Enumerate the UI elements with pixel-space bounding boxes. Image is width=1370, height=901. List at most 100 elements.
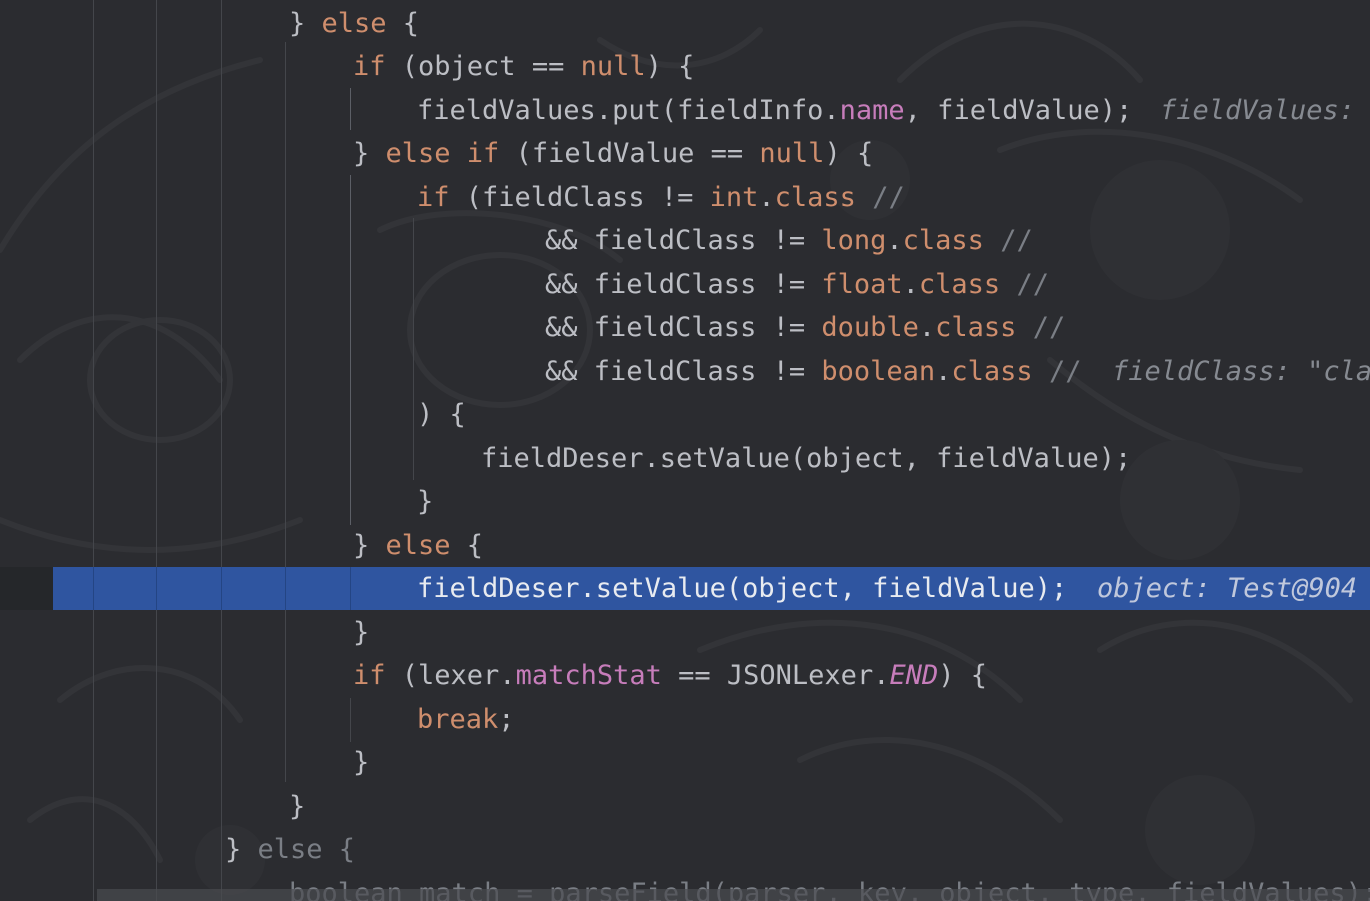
code-token-dim: else { <box>257 834 356 865</box>
code-token-cmt: // <box>872 182 905 213</box>
code-text: } else { <box>353 526 483 566</box>
code-token-plain: fieldValues.put(fieldInfo. <box>417 95 840 126</box>
code-token-plain: } <box>353 138 386 169</box>
code-token-plain: == JSONLexer. <box>661 660 890 691</box>
code-token-plain: ) { <box>824 138 874 169</box>
code-token-kw: int <box>709 182 759 213</box>
code-token-plain: . <box>886 225 903 256</box>
code-token-kw: if <box>353 660 386 691</box>
code-line[interactable]: break; <box>0 700 1370 740</box>
code-line[interactable]: && fieldClass != float.class // <box>0 265 1370 305</box>
code-token-plain: } <box>353 747 370 778</box>
code-text: } <box>289 787 305 827</box>
code-token-kw: double <box>821 312 919 343</box>
code-token-kw: long <box>821 225 887 256</box>
code-token-cmt: // <box>1048 356 1082 387</box>
code-text: ) { <box>417 395 466 435</box>
code-token-plain: (lexer. <box>385 660 516 691</box>
code-text: if (object == null) { <box>353 47 694 87</box>
code-token-plain: && fieldClass != <box>545 225 822 256</box>
code-token-kw: else if <box>385 138 500 169</box>
code-token-plain: } <box>289 8 322 39</box>
code-text: && fieldClass != long.class // <box>545 221 1033 261</box>
code-text: if (fieldClass != int.class // <box>417 178 905 218</box>
code-line[interactable]: } else if (fieldValue == null) { <box>0 134 1370 174</box>
code-line[interactable]: } <box>0 787 1370 827</box>
code-line[interactable]: if (object == null) { <box>0 47 1370 87</box>
code-line[interactable]: ) { <box>0 395 1370 435</box>
code-token-kw: class <box>951 356 1033 387</box>
code-editor[interactable]: } else {if (object == null) {fieldValues… <box>0 0 1370 901</box>
horizontal-scrollbar[interactable] <box>97 889 1370 901</box>
code-line[interactable]: if (fieldClass != int.class // <box>0 178 1370 218</box>
code-token-plain: . <box>902 269 919 300</box>
code-text: && fieldClass != double.class // <box>545 308 1065 348</box>
code-text: && fieldClass != float.class // <box>545 265 1049 305</box>
code-token-kw: else <box>321 8 387 39</box>
code-token-cmt: // <box>1032 312 1066 343</box>
code-token-kw: boolean <box>821 356 936 387</box>
code-line[interactable]: && fieldClass != double.class // <box>0 308 1370 348</box>
code-text: } else if (fieldValue == null) { <box>353 134 873 174</box>
code-text: && fieldClass != boolean.class // <box>545 352 1081 392</box>
code-text: } else { <box>289 4 419 44</box>
code-text: } <box>417 482 433 522</box>
code-token-plain: } <box>225 834 258 865</box>
debug-inline-value-hint: fieldClass: "cla <box>1112 356 1370 387</box>
code-token-cmt: // <box>1000 225 1033 256</box>
code-text: } <box>353 743 369 783</box>
code-token-plain: . <box>935 356 952 387</box>
debug-inline-value-hint: object: Test@904 <box>1097 573 1358 604</box>
code-line[interactable]: fieldDeser.setValue(object, fieldValue); <box>0 439 1370 479</box>
code-line-current[interactable]: fieldDeser.setValue(object, fieldValue);… <box>0 569 1370 609</box>
code-token-field: name <box>839 95 905 126</box>
code-line[interactable]: } else { <box>0 830 1370 870</box>
code-text: fieldValues.put(fieldInfo.name, fieldVal… <box>417 91 1132 131</box>
code-text: } <box>353 613 369 653</box>
code-token-plain: } <box>417 486 434 517</box>
code-token-field: matchStat <box>515 660 662 691</box>
code-text: if (lexer.matchStat == JSONLexer.END) { <box>353 656 987 696</box>
code-token-kw: class <box>935 312 1017 343</box>
code-token-plain: ) { <box>417 399 466 430</box>
code-token-kw: null <box>759 138 825 169</box>
code-token-plain: ) { <box>938 660 988 691</box>
code-line[interactable]: if (lexer.matchStat == JSONLexer.END) { <box>0 656 1370 696</box>
code-token-kw: float <box>821 269 903 300</box>
code-token-kw: class <box>918 269 1001 300</box>
code-token-plain: (object == <box>385 51 581 82</box>
code-token-kw: break <box>417 704 499 735</box>
code-token-plain: } <box>353 530 386 561</box>
code-line[interactable]: fieldValues.put(fieldInfo.name, fieldVal… <box>0 91 1370 131</box>
code-token-plain: } <box>353 617 370 648</box>
code-line[interactable]: && fieldClass != boolean.class // fieldCl… <box>0 352 1370 392</box>
code-text: fieldDeser.setValue(object, fieldValue); <box>417 569 1067 609</box>
code-token-kw: null <box>580 51 646 82</box>
code-token-kw: class <box>774 182 856 213</box>
code-line[interactable]: } <box>0 613 1370 653</box>
code-token-plain: (fieldClass != <box>449 182 710 213</box>
code-token-plain: } <box>289 791 306 822</box>
code-token-plain: (fieldValue == <box>499 138 760 169</box>
code-token-kw: if <box>417 182 450 213</box>
debug-inline-value-hint: fieldValues: <box>1160 95 1370 126</box>
code-line[interactable]: } else { <box>0 4 1370 44</box>
code-text: fieldDeser.setValue(object, fieldValue); <box>481 439 1131 479</box>
code-token-kw: if <box>353 51 386 82</box>
code-line[interactable]: } <box>0 743 1370 783</box>
code-token-plain: ) { <box>645 51 695 82</box>
code-line[interactable]: } else { <box>0 526 1370 566</box>
code-token-plain: && fieldClass != <box>545 356 822 387</box>
code-token-sel: fieldDeser.setValue(object, fieldValue); <box>417 573 1068 604</box>
code-token-plain: . <box>918 312 936 343</box>
code-token-plain: . <box>758 182 775 213</box>
code-token-cmt: // <box>1016 269 1049 300</box>
code-line[interactable]: } <box>0 482 1370 522</box>
code-token-plain: && fieldClass != <box>545 312 822 343</box>
code-line[interactable]: && fieldClass != long.class // <box>0 221 1370 261</box>
